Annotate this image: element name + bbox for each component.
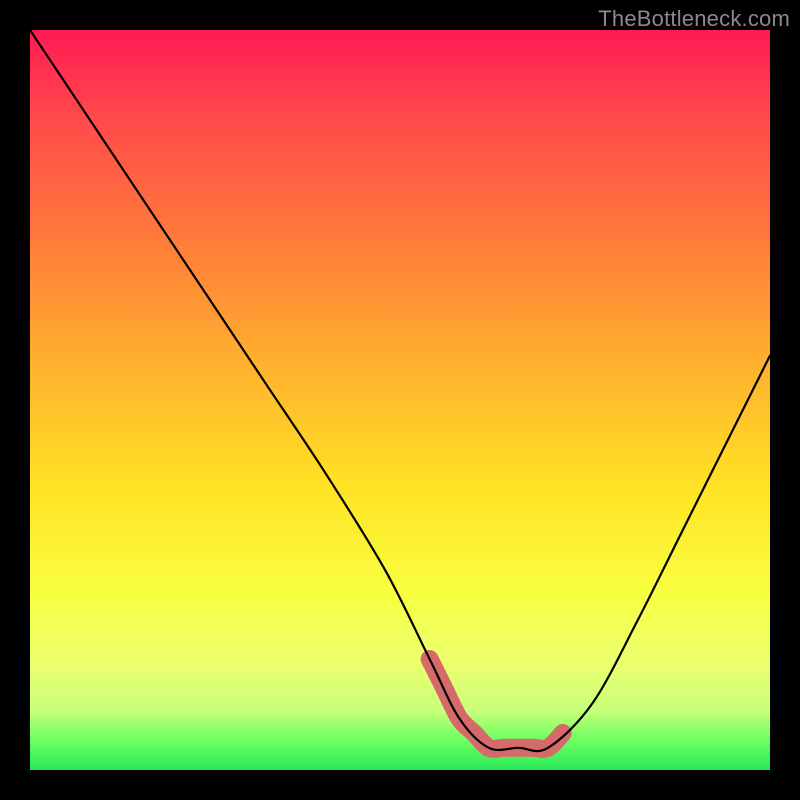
chart-svg [30,30,770,770]
bottleneck-curve [30,30,770,751]
chart-root: TheBottleneck.com [0,0,800,800]
bottleneck-curve-highlight [430,659,563,749]
plot-area [30,30,770,770]
watermark-text: TheBottleneck.com [598,6,790,32]
